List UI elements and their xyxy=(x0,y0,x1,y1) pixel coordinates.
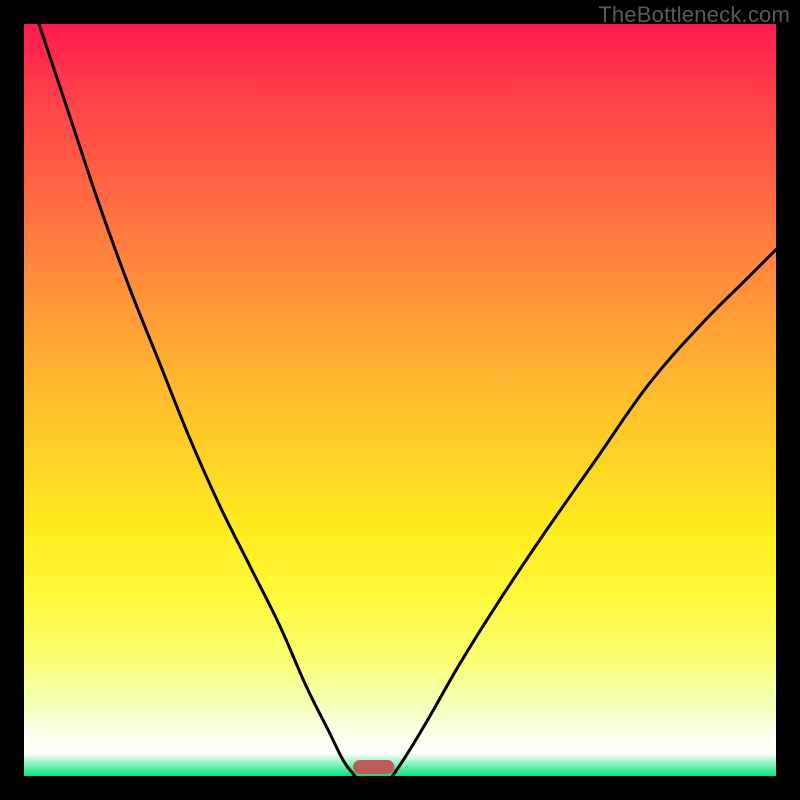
plot-area xyxy=(24,24,776,776)
watermark-text: TheBottleneck.com xyxy=(598,2,790,28)
curve-left-branch xyxy=(39,24,355,776)
bottleneck-marker xyxy=(353,760,394,774)
curve-right-branch xyxy=(392,250,776,776)
chart-svg xyxy=(24,24,776,776)
